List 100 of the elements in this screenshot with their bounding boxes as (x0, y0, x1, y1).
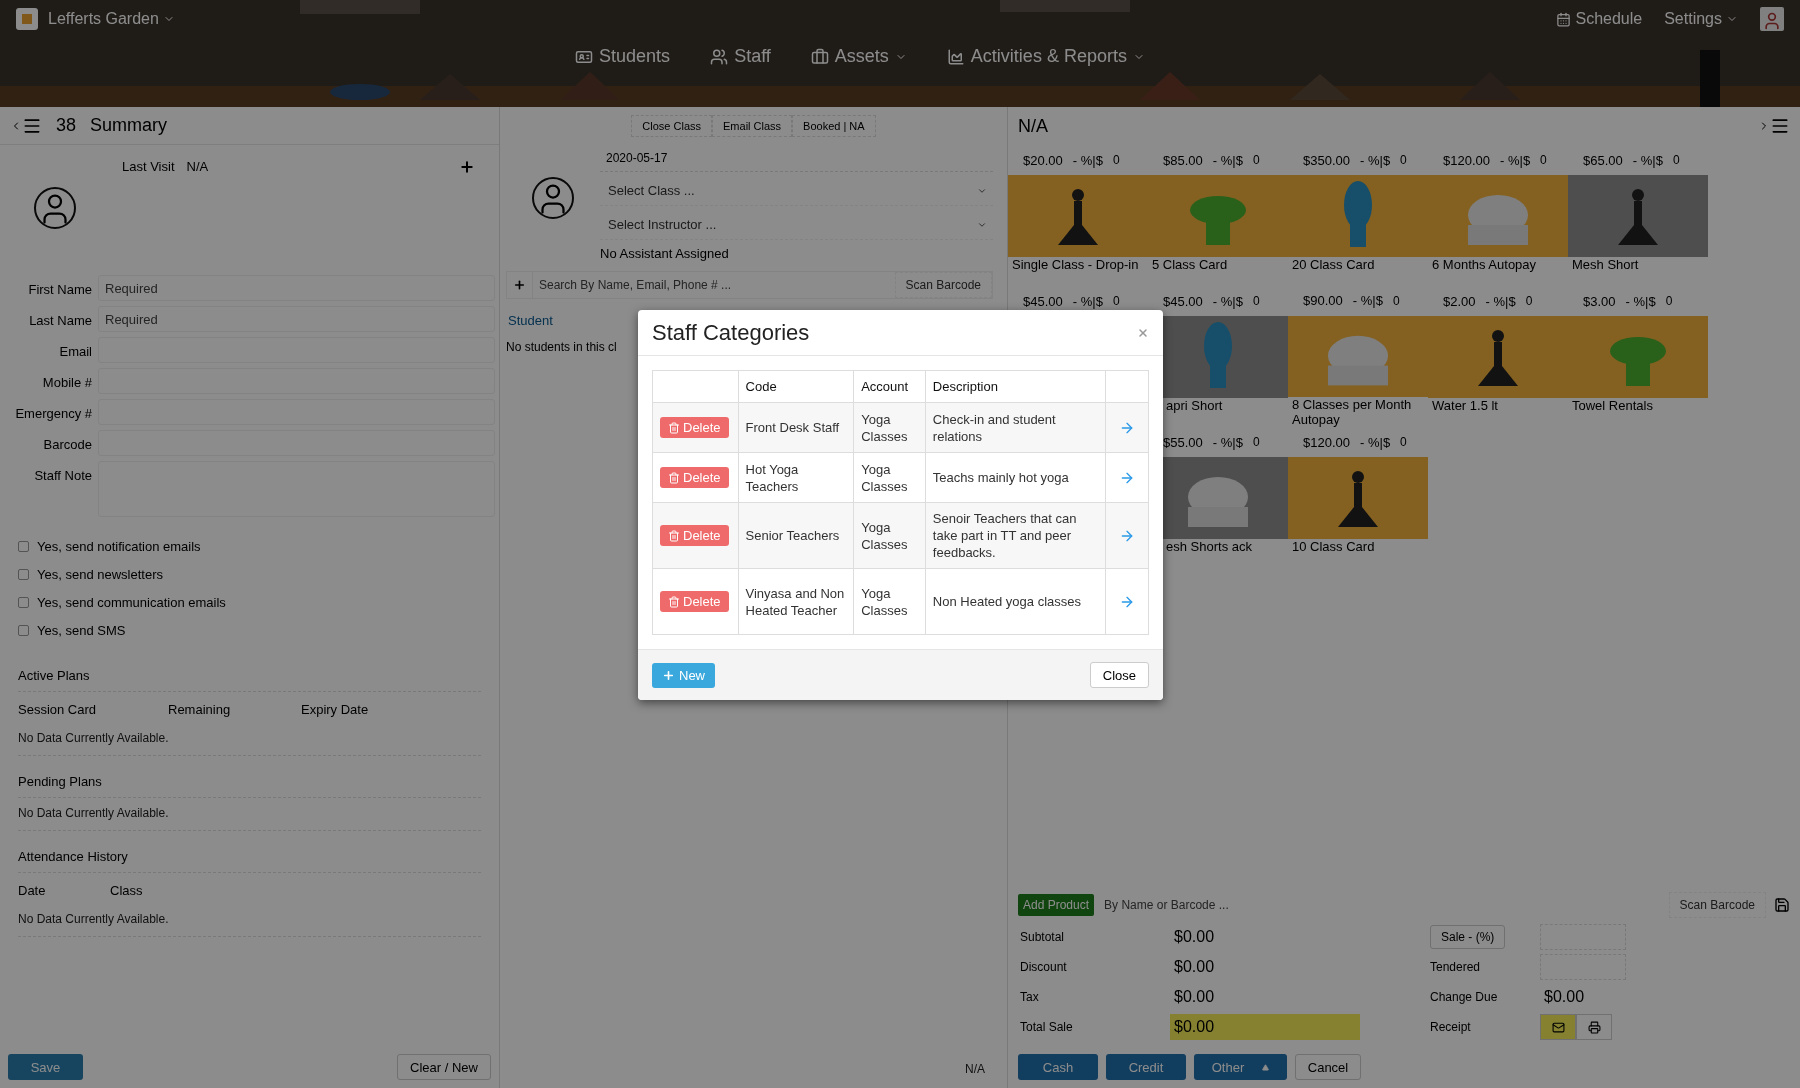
product-name[interactable]: Towel Rentals (1568, 398, 1708, 413)
checkbox[interactable] (18, 541, 29, 552)
nav-link[interactable]: Staff (710, 46, 771, 67)
payment-button[interactable]: Cash (1018, 1054, 1098, 1080)
product-quantity: 0 (1400, 153, 1407, 167)
checkbox[interactable] (18, 625, 29, 636)
table-cell: Senior Teachers (745, 528, 840, 543)
scan-barcode-button[interactable]: Scan Barcode (894, 272, 992, 298)
avatar-icon (532, 177, 574, 219)
empty-message: No Data Currently Available. (18, 798, 481, 831)
count: 38 (56, 115, 77, 136)
clear-button[interactable]: Clear / New (397, 1054, 491, 1080)
payment-button[interactable]: Cancel (1295, 1054, 1361, 1080)
payment-button[interactable]: Other (1194, 1054, 1287, 1080)
checkbox-label: Yes, send notification emails (37, 539, 201, 554)
save-icon[interactable] (1774, 897, 1790, 913)
nav-link[interactable]: Activities & Reports (946, 46, 1145, 67)
product-quantity: 0 (1540, 153, 1547, 167)
studio-menu[interactable]: Lefferts Garden (48, 10, 175, 28)
product-quantity: 0 (1252, 153, 1260, 167)
avatar-icon[interactable] (1760, 7, 1784, 31)
trash-icon (668, 421, 680, 434)
discount-toggle[interactable]: - %|$ (1360, 152, 1391, 168)
users-icon (710, 47, 729, 66)
product-price: $65.00 (1583, 152, 1623, 168)
add-icon[interactable] (459, 159, 475, 175)
product-quantity: 0 (1672, 153, 1680, 167)
select-field[interactable]: Select Class ... (600, 176, 993, 206)
product-price: $2.00 (1443, 293, 1476, 309)
table-cell: Yoga Classes (861, 519, 908, 552)
product-quantity: 0 (1392, 293, 1400, 308)
input-field[interactable]: Required (98, 306, 495, 332)
panel-title: N/A (1018, 115, 1048, 137)
last-visit-value: N/A (186, 159, 209, 174)
product-name[interactable]: Mesh Short (1568, 257, 1708, 272)
product-price: $120.00 (1443, 152, 1490, 168)
nav-link[interactable]: Assets (810, 46, 907, 67)
field-label: Emergency # (14, 405, 92, 421)
discount-toggle[interactable]: - %|$ (1360, 434, 1391, 450)
product-name[interactable]: Single Class - Drop-in (1008, 257, 1148, 272)
discount-toggle[interactable]: - %|$ (1072, 152, 1103, 168)
close-icon[interactable] (1137, 326, 1149, 339)
product-quantity: 0 (1112, 153, 1120, 167)
discount-toggle[interactable]: - %|$ (1072, 293, 1103, 309)
save-button[interactable]: Save (8, 1054, 83, 1080)
scan-barcode-button[interactable]: Scan Barcode (1668, 892, 1766, 918)
avatar-icon (34, 187, 76, 229)
field-label: Last Name (28, 312, 92, 328)
product-name[interactable]: 20 Class Card (1288, 257, 1428, 272)
payment-button[interactable]: Credit (1106, 1054, 1186, 1080)
discount-toggle[interactable]: - %|$ (1500, 152, 1531, 168)
select-field[interactable]: Select Instructor ... (600, 210, 993, 240)
class-action-button[interactable]: Booked | NA (792, 115, 876, 137)
tendered-label: Tendered (1430, 959, 1481, 976)
product-name[interactable]: 5 Class Card (1148, 257, 1288, 272)
sale-button[interactable]: Sale - (%) (1430, 925, 1506, 949)
discount-toggle[interactable]: - %|$ (1485, 293, 1516, 309)
discount-toggle[interactable]: - %|$ (1632, 152, 1663, 168)
product-name[interactable]: 6 Months Autopay (1428, 257, 1568, 272)
product-price: $90.00 (1303, 293, 1343, 309)
empty-message: No Data Currently Available. (18, 904, 481, 937)
total-label: Tax (1020, 989, 1039, 1006)
discount-toggle[interactable]: - %|$ (1212, 152, 1243, 168)
total-value: $0.00 (1173, 927, 1216, 947)
table-cell: Non Heated yoga classes (932, 594, 1081, 609)
field-label: Staff Note (33, 467, 92, 483)
schedule-link[interactable]: Schedule (1556, 10, 1643, 28)
settings-menu[interactable]: Settings (1664, 10, 1738, 28)
trash-icon (668, 529, 680, 542)
footer-text: N/A (964, 1062, 986, 1078)
discount-toggle[interactable]: - %|$ (1212, 434, 1243, 450)
caret-icon (1262, 1063, 1270, 1071)
discount-toggle[interactable]: - %|$ (1352, 293, 1383, 309)
input-field[interactable]: Required (98, 275, 495, 301)
trash-icon (668, 471, 680, 484)
checkbox[interactable] (18, 597, 29, 608)
total-label: Subtotal (1020, 929, 1065, 946)
column-header: Remaining (168, 702, 232, 717)
print-receipt-button[interactable] (1576, 1014, 1612, 1040)
discount-toggle[interactable]: - %|$ (1625, 293, 1656, 309)
nav-link[interactable]: Students (575, 46, 671, 67)
product-name[interactable]: Water 1.5 lt (1428, 398, 1568, 413)
receipt-label: Receipt (1430, 1019, 1471, 1036)
total-label: Total Sale (1020, 1019, 1073, 1036)
email-receipt-button[interactable] (1540, 1014, 1576, 1040)
table-cell: Hot Yoga Teachers (745, 461, 799, 494)
product-quantity: 0 (1252, 435, 1260, 449)
checkbox[interactable] (18, 569, 29, 580)
class-action-button[interactable]: Email Class (712, 115, 793, 137)
product-name[interactable]: 10 Class Card (1288, 539, 1428, 554)
total-value: $0.00 (1170, 1014, 1360, 1040)
table-cell: Senoir Teachers that can take part in TT and peer feedbacks. (932, 511, 1077, 560)
class-action-button[interactable]: Close Class (631, 115, 712, 137)
close-button[interactable]: Close (1089, 662, 1149, 688)
discount-toggle[interactable]: - %|$ (1212, 293, 1243, 309)
add-product-button[interactable]: Add Product (1018, 894, 1095, 916)
product-name[interactable]: 8 Classes per Month Autopay (1288, 397, 1428, 427)
table-cell: Yoga Classes (861, 411, 908, 444)
column-header: Code (738, 370, 854, 403)
search-field[interactable]: Search By Name, Email, Phone # ... Scan Barcode (506, 271, 993, 299)
